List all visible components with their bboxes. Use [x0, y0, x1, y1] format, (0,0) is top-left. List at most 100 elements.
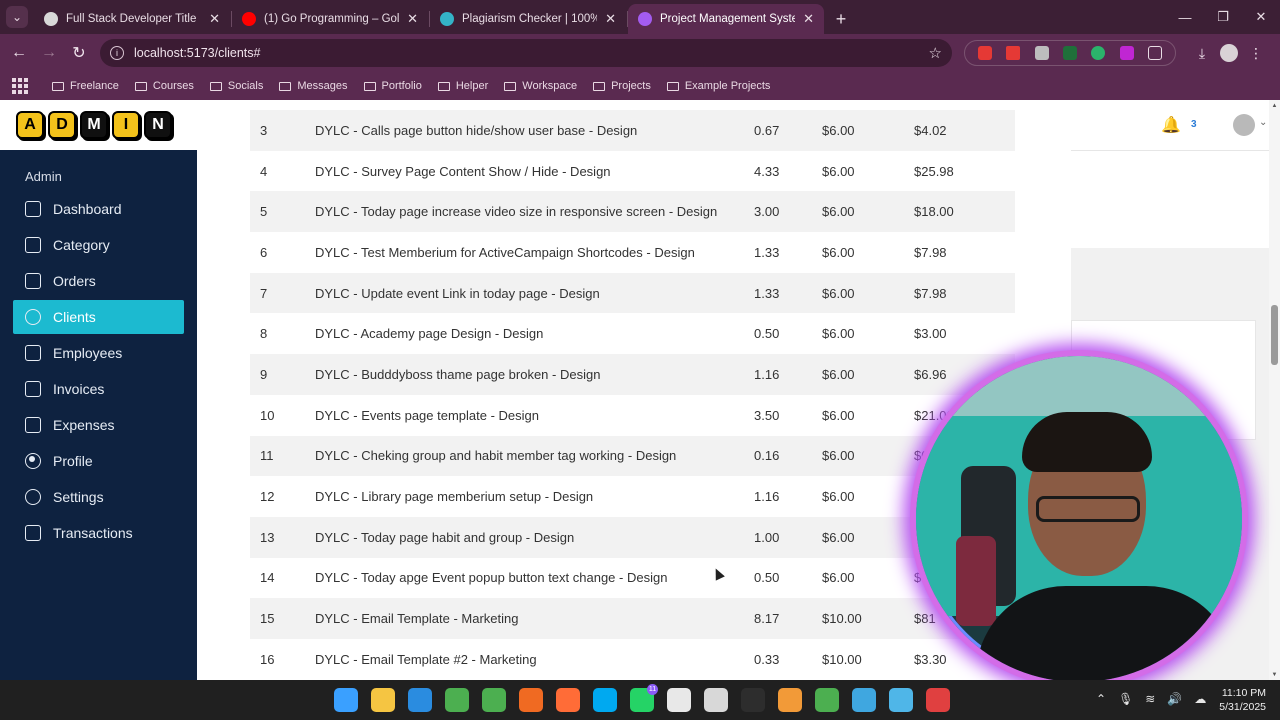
chrome-profile-icon[interactable]: [482, 688, 506, 712]
avatar[interactable]: [1233, 114, 1255, 136]
reload-button[interactable]: ↻: [64, 38, 94, 68]
chevron-up-icon[interactable]: ⌃: [1096, 692, 1106, 706]
windows-start-icon[interactable]: [334, 688, 358, 712]
download-extension-icon[interactable]: [1119, 46, 1134, 60]
new-tab-button[interactable]: +: [826, 4, 856, 34]
scrollbar-thumb[interactable]: [1271, 305, 1278, 365]
sidebar-item-invoices[interactable]: Invoices: [13, 372, 184, 406]
page-scrollbar[interactable]: ▲ ▼: [1269, 100, 1280, 680]
tab-close-icon[interactable]: ✕: [605, 11, 616, 27]
chrome-canary-icon[interactable]: [852, 688, 876, 712]
bookmark-folder[interactable]: Freelance: [52, 80, 119, 92]
tab-close-icon[interactable]: ✕: [803, 11, 814, 27]
top-header: 🔔 3 ⌄: [1071, 100, 1269, 150]
downloads-icon[interactable]: ⤓: [1190, 41, 1214, 65]
sidebar-item-employees[interactable]: Employees: [13, 336, 184, 370]
browser-tab[interactable]: Project Management System ✕: [628, 4, 824, 34]
bookmark-folder[interactable]: Socials: [209, 80, 264, 92]
whatsapp-icon[interactable]: 11: [630, 684, 658, 712]
task-name: DYLC - Survey Page Content Show / Hide -…: [315, 163, 611, 179]
total-cell: $7.98: [914, 244, 947, 260]
sidebar: A D M I N Admin Dashboard Category Orders C…: [0, 100, 197, 680]
sidebar-item-orders[interactable]: Orders: [13, 264, 184, 298]
rate-cell: $6.00: [822, 448, 855, 464]
terminal-icon[interactable]: [741, 688, 765, 712]
cloud-icon[interactable]: ☁: [1194, 692, 1206, 706]
dashboard-icon: [25, 201, 41, 217]
scroll-down-arrow-icon[interactable]: ▼: [1271, 672, 1278, 678]
file-explorer-icon[interactable]: [371, 688, 395, 712]
back-button[interactable]: ←: [4, 38, 34, 68]
notepad-icon[interactable]: [889, 688, 913, 712]
close-window-button[interactable]: ✕: [1242, 0, 1280, 34]
chrome-dev-icon[interactable]: [815, 688, 839, 712]
profile-avatar-icon[interactable]: [1220, 44, 1238, 62]
bookmark-folder[interactable]: Helper: [437, 80, 488, 92]
bookmark-folder[interactable]: Portfolio: [363, 80, 422, 92]
bookmark-star-icon[interactable]: ☆: [929, 44, 942, 62]
sidebar-item-label: Profile: [53, 453, 93, 469]
rate-cell: $6.00: [822, 326, 855, 342]
address-bar[interactable]: i localhost:5173/clients# ☆: [100, 39, 952, 67]
menu-kebab-icon[interactable]: ⋮: [1244, 41, 1268, 65]
sidebar-item-profile[interactable]: Profile: [13, 444, 184, 478]
apps-grid-icon[interactable]: [12, 78, 28, 94]
extension-grid-icon[interactable]: [1006, 46, 1021, 60]
sidebar-item-category[interactable]: Category: [13, 228, 184, 262]
browser-tab[interactable]: (1) Go Programming – Golang (✕: [232, 4, 430, 34]
brave-icon[interactable]: [519, 688, 543, 712]
extension-circle-icon[interactable]: [1091, 46, 1106, 60]
bookmark-folder[interactable]: Projects: [593, 80, 651, 92]
extension-check-icon[interactable]: [1062, 46, 1077, 60]
chevron-down-icon[interactable]: ⌄: [1259, 117, 1267, 128]
bookmark-folder[interactable]: Courses: [134, 80, 194, 92]
hours-cell: 0.50: [754, 570, 780, 586]
row-number: 14: [260, 570, 275, 586]
task-name: DYLC - Calls page button hide/show user …: [315, 122, 638, 138]
vscode-icon[interactable]: [408, 688, 432, 712]
extensions-puzzle-icon[interactable]: [1147, 46, 1162, 60]
bookmark-folder[interactable]: Messages: [279, 80, 348, 92]
scroll-up-arrow-icon[interactable]: ▲: [1271, 103, 1278, 109]
task-name: DYLC - Library page memberium setup - De…: [315, 489, 594, 505]
bookmark-label: Workspace: [522, 80, 578, 92]
postman-icon[interactable]: [556, 688, 580, 712]
row-number: 15: [260, 611, 275, 627]
sidebar-item-clients[interactable]: Clients: [13, 300, 184, 334]
wifi-icon[interactable]: ≋: [1145, 692, 1155, 706]
notification-count: 3: [1191, 119, 1197, 130]
folder-icon: [52, 81, 64, 91]
davinci-icon[interactable]: [704, 688, 728, 712]
minimize-button[interactable]: —: [1166, 0, 1204, 34]
sublime-icon[interactable]: [778, 688, 802, 712]
skype-icon[interactable]: [593, 688, 617, 712]
taskbar-clock[interactable]: 11:10 PM 5/31/2025: [1212, 686, 1266, 714]
sidebar-item-settings[interactable]: Settings: [13, 480, 184, 514]
system-tray: ⌃ 🎙 ≋ 🔊 ☁: [1096, 692, 1206, 706]
tab-close-icon[interactable]: ✕: [407, 11, 418, 27]
volume-icon[interactable]: 🔊: [1167, 692, 1182, 706]
tab-search-button[interactable]: ⌄: [0, 0, 34, 34]
bookmark-folder[interactable]: Example Projects: [666, 80, 770, 92]
site-info-icon[interactable]: i: [110, 46, 124, 60]
bell-icon[interactable]: 🔔: [1161, 115, 1181, 134]
table-row: 4 DYLC - Survey Page Content Show / Hide …: [250, 151, 1015, 192]
microphone-icon[interactable]: 🎙: [1118, 692, 1133, 706]
forward-button[interactable]: →: [34, 38, 64, 68]
slack-icon[interactable]: [667, 688, 691, 712]
sidebar-item-dashboard[interactable]: Dashboard: [13, 192, 184, 226]
admin-logo[interactable]: A D M I N: [0, 100, 197, 150]
bookmark-label: Socials: [227, 80, 264, 92]
table-row: 16 DYLC - Email Template #2 - Marketing 0.…: [250, 639, 1015, 680]
sidebar-item-transactions[interactable]: Transactions: [13, 516, 184, 550]
tab-close-icon[interactable]: ✕: [209, 11, 220, 27]
chrome-icon[interactable]: [445, 688, 469, 712]
browser-tab[interactable]: Full Stack Developer Title ✕: [34, 4, 232, 34]
browser-tab[interactable]: Plagiarism Checker | 100% Free ✕: [430, 4, 628, 34]
sidebar-item-expenses[interactable]: Expenses: [13, 408, 184, 442]
camera-extension-icon[interactable]: [1034, 46, 1049, 60]
extension-red-icon[interactable]: [978, 46, 993, 60]
recorder-icon[interactable]: [926, 688, 950, 712]
restore-button[interactable]: ❐: [1204, 0, 1242, 34]
bookmark-folder[interactable]: Workspace: [504, 80, 577, 92]
